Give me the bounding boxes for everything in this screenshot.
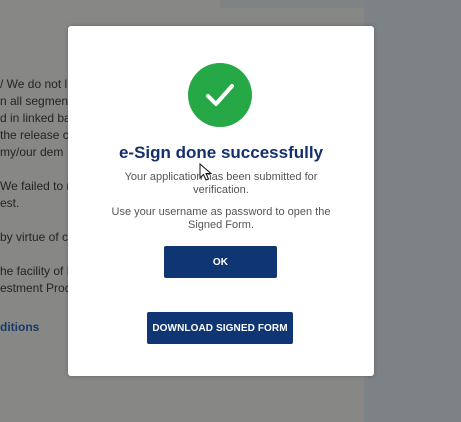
- download-signed-form-button[interactable]: DOWNLOAD SIGNED FORM: [147, 312, 293, 344]
- background-text-line: estment Prod: [0, 281, 72, 295]
- background-text-line: my/our dem: [0, 145, 64, 159]
- background-text-line: by virtue of c: [0, 230, 69, 244]
- background-text-line: / We do not l: [0, 77, 68, 91]
- check-circle-icon: [188, 63, 252, 127]
- background-text-line: We failed to r: [0, 179, 71, 193]
- background-text-line: the release c: [0, 128, 69, 142]
- checkmark-icon: [206, 84, 234, 106]
- dialog-title: e-Sign done successfully: [118, 143, 324, 162]
- background-text-line: est.: [0, 196, 20, 210]
- backdrop-right-panel: [364, 0, 461, 422]
- ok-button[interactable]: OK: [164, 246, 277, 278]
- password-message: Use your username as password to open th…: [111, 206, 331, 231]
- esign-success-dialog: e-Sign done successfully Your applicatio…: [68, 26, 374, 376]
- submission-message: Your application has been submitted for …: [124, 171, 318, 196]
- mouse-pointer-icon: [199, 163, 213, 181]
- background-text-line: d in linked ba: [0, 111, 71, 125]
- background-text-line: he facility of D: [0, 264, 76, 278]
- background-text-line: n all segmen: [0, 94, 69, 108]
- background-terms-link[interactable]: ditions: [0, 320, 39, 334]
